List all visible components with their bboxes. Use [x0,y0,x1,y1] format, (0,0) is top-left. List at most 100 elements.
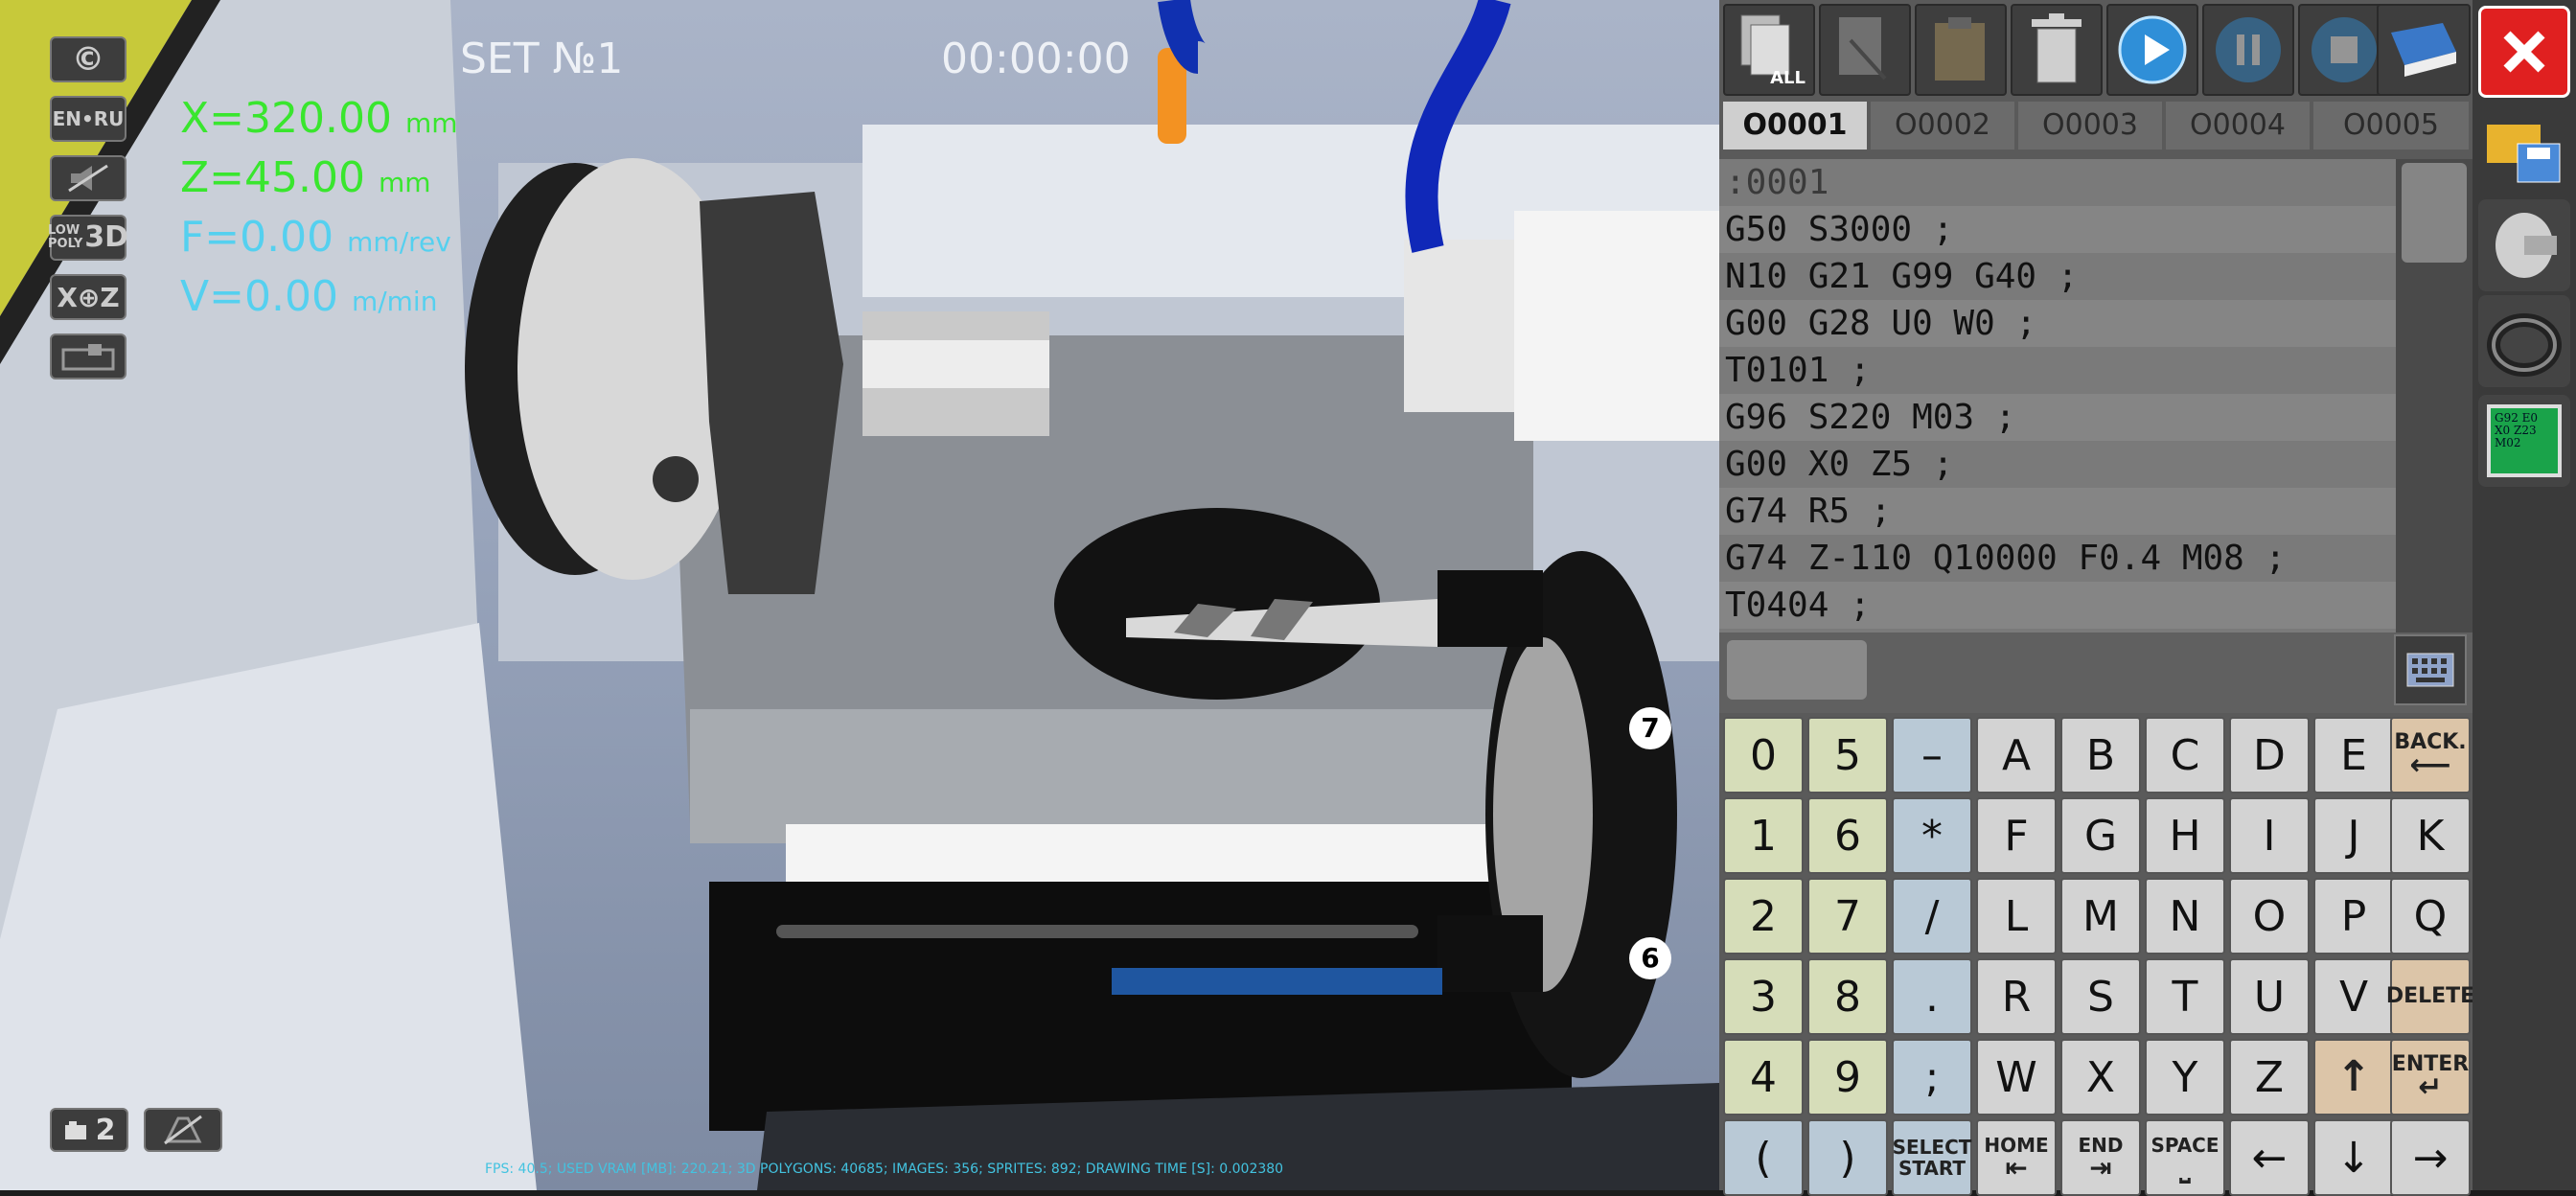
key-u[interactable]: U [2229,958,2310,1035]
key-arrow-right[interactable]: → [2390,1119,2471,1196]
key-dot[interactable]: . [1892,958,1972,1035]
key-x[interactable]: X [2060,1039,2141,1116]
key-c[interactable]: C [2145,717,2225,794]
tab-o0002[interactable]: O0002 [1871,102,2014,150]
key-asterisk[interactable]: * [1892,797,1972,874]
key-l[interactable]: L [1976,878,2057,954]
code-line[interactable]: T0404 ; [1719,582,2396,629]
key-j[interactable]: J [2313,797,2394,874]
sound-off-button[interactable] [50,155,126,201]
key-semicolon[interactable]: ; [1892,1039,1972,1116]
key-8[interactable]: 8 [1807,958,1888,1035]
play-button[interactable] [2106,4,2198,96]
key-p[interactable]: P [2313,878,2394,954]
key-arrow-left[interactable]: ← [2229,1119,2310,1196]
program-editor[interactable]: :0001 G50 S3000 ; N10 G21 G99 G40 ; G00 … [1719,159,2396,632]
key-s[interactable]: S [2060,958,2141,1035]
camera-button[interactable]: 2 [50,1108,128,1152]
key-w[interactable]: W [1976,1039,2057,1116]
scrollbar-thumb[interactable] [2402,163,2467,263]
tab-o0005[interactable]: O0005 [2313,102,2469,150]
code-line[interactable]: G00 G28 U0 W0 ; [1719,300,2396,347]
key-home[interactable]: HOME ⇤ [1976,1119,2057,1196]
code-line[interactable]: T0101 ; [1719,347,2396,394]
key-z[interactable]: Z [2229,1039,2310,1116]
code-line[interactable]: G50 S3000 ; [1719,206,2396,253]
key-end[interactable]: END ⇥ [2060,1119,2141,1196]
key-4[interactable]: 4 [1723,1039,1804,1116]
tab-o0003[interactable]: O0003 [2018,102,2162,150]
key-n[interactable]: N [2145,878,2225,954]
chuck-settings-button[interactable] [2478,199,2570,291]
language-button[interactable]: EN•RU [50,96,126,142]
copyright-label: © [72,40,104,79]
key-9[interactable]: 9 [1807,1039,1888,1116]
key-5[interactable]: 5 [1807,717,1888,794]
key-arrow-down[interactable]: ↓ [2313,1119,2394,1196]
code-line[interactable]: :0001 [1719,159,2396,206]
paste-button[interactable] [1915,4,2007,96]
lead-screw [776,925,1418,938]
key-enter[interactable]: ENTER ↵ [2390,1039,2471,1116]
key-g[interactable]: G [2060,797,2141,874]
code-line[interactable]: N10 G21 G99 G40 ; [1719,253,2396,300]
hide-cover-button[interactable] [144,1108,222,1152]
key-arrow-up[interactable]: ↑ [2313,1039,2394,1116]
key-3[interactable]: 3 [1723,958,1804,1035]
close-button[interactable] [2478,6,2570,98]
key-delete[interactable]: DELETE [2386,958,2474,1035]
editor-scrollbar[interactable] [2396,159,2472,632]
key-7[interactable]: 7 [1807,878,1888,954]
book-icon [2391,23,2456,77]
key-minus[interactable]: – [1892,717,1972,794]
key-select-start[interactable]: SELECT START [1892,1119,1972,1196]
tab-o0004[interactable]: O0004 [2166,102,2310,150]
key-a[interactable]: A [1976,717,2057,794]
horizontal-scroll-thumb[interactable] [1727,640,1867,700]
keyboard-toggle-button[interactable] [2394,634,2467,705]
tool-settings-button[interactable] [2478,295,2570,387]
key-close-paren[interactable]: ) [1807,1119,1888,1196]
key-i[interactable]: I [2229,797,2310,874]
tab-o0001[interactable]: O0001 [1723,102,1867,150]
key-o[interactable]: O [2229,878,2310,954]
save-load-button[interactable] [2478,104,2570,196]
copyright-button[interactable]: © [50,36,126,82]
v-value: V=0.00 [180,272,338,321]
code-screen-button[interactable]: G92 E0 X0 Z23 M02 [2478,395,2570,487]
machine-view-button[interactable] [50,334,126,380]
key-e[interactable]: E [2313,717,2394,794]
key-r[interactable]: R [1976,958,2057,1035]
delete-program-button[interactable] [2011,4,2103,96]
key-h[interactable]: H [2145,797,2225,874]
key-m[interactable]: M [2060,878,2141,954]
key-backspace[interactable]: BACK. ⟵ [2390,717,2471,794]
axis-toggle-button[interactable]: X⊕Z [50,274,126,320]
key-slash[interactable]: / [1892,878,1972,954]
key-y[interactable]: Y [2145,1039,2225,1116]
pause-button[interactable] [2202,4,2294,96]
copy-all-button[interactable]: ALL [1723,4,1815,96]
key-v[interactable]: V [2313,958,2394,1035]
code-line[interactable]: G74 R5 ; [1719,488,2396,535]
key-6[interactable]: 6 [1807,797,1888,874]
key-t[interactable]: T [2145,958,2225,1035]
key-f[interactable]: F [1976,797,2057,874]
manual-button[interactable] [2377,4,2471,96]
key-q[interactable]: Q [2390,878,2471,954]
cut-button[interactable] [1819,4,1911,96]
key-2[interactable]: 2 [1723,878,1804,954]
key-k[interactable]: K [2390,797,2471,874]
low-poly-3d-button[interactable]: LOW POLY 3D [48,215,128,261]
key-1[interactable]: 1 [1723,797,1804,874]
key-open-paren[interactable]: ( [1723,1119,1804,1196]
side-toolbar: G92 E0 X0 Z23 M02 [2472,0,2576,1190]
machine-3d-viewport[interactable]: 7 6 © EN•RU LOW POLY 3D X⊕Z X=320.00 mm … [0,0,1719,1190]
key-d[interactable]: D [2229,717,2310,794]
key-0[interactable]: 0 [1723,717,1804,794]
key-b[interactable]: B [2060,717,2141,794]
code-line[interactable]: G74 Z-110 Q10000 F0.4 M08 ; [1719,535,2396,582]
code-line[interactable]: G96 S220 M03 ; [1719,394,2396,441]
key-space[interactable]: SPACE ⎵ [2145,1119,2225,1196]
code-line[interactable]: G00 X0 Z5 ; [1719,441,2396,488]
